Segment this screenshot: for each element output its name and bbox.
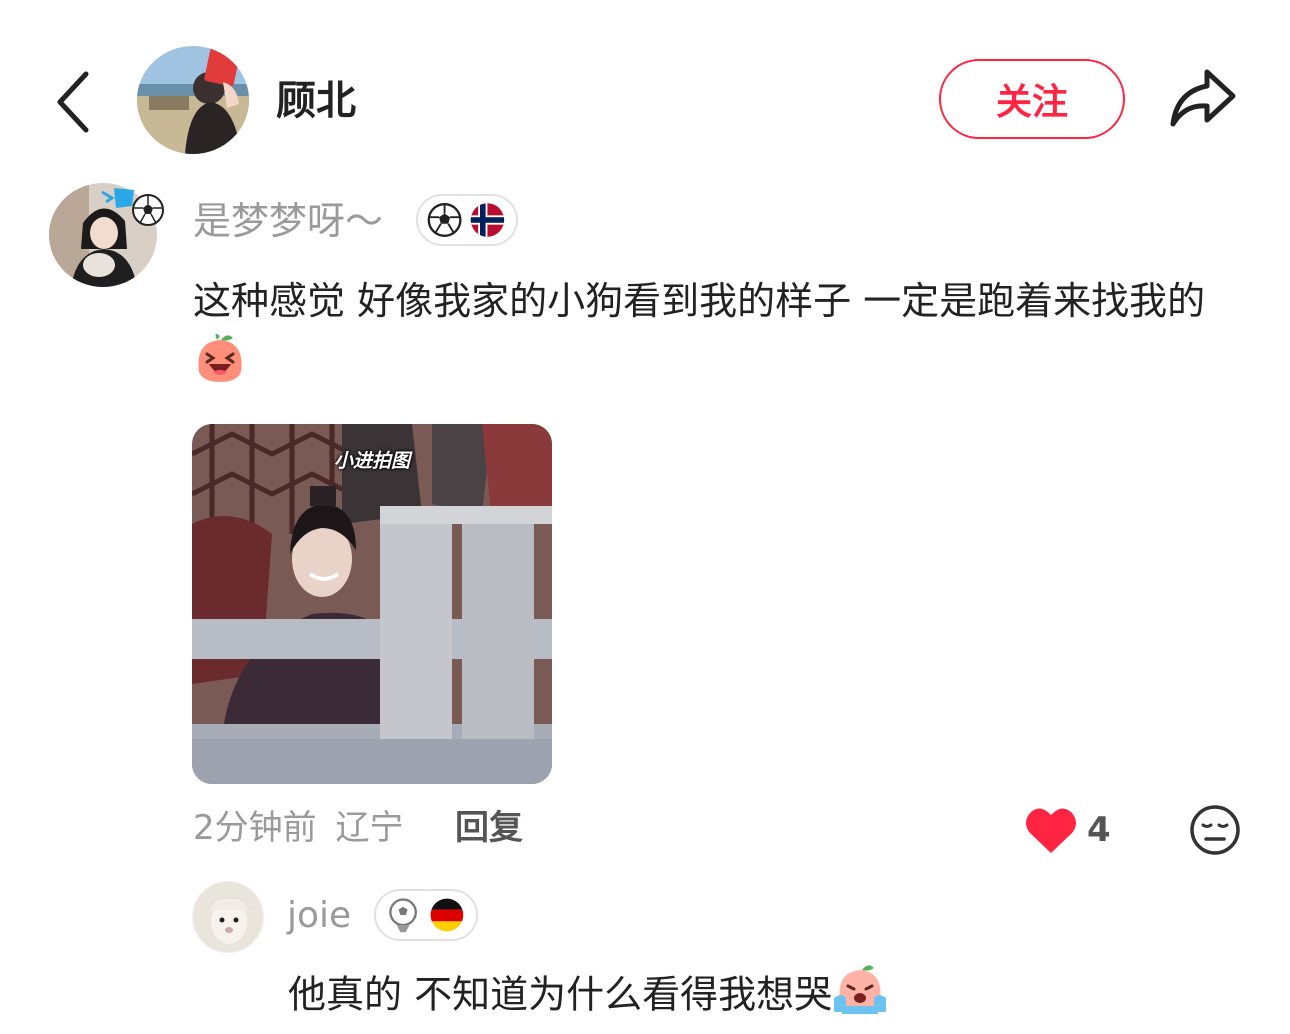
crying-face-emoji bbox=[832, 962, 888, 1032]
norway-flag-icon bbox=[470, 203, 505, 237]
share-button[interactable] bbox=[1167, 64, 1239, 132]
reply-text: 他真的 不知道为什么看得我想哭 bbox=[288, 972, 833, 1017]
comment-text: 这种感觉 好像我家的小狗看到我的样子 一定是跑着来找我的 bbox=[193, 279, 1206, 323]
comment-image[interactable]: 小进拍图 bbox=[192, 424, 552, 784]
follow-button[interactable]: 关注 bbox=[939, 59, 1125, 139]
comment-text-block: 这种感觉 好像我家的小狗看到我的样子 一定是跑着来找我的 bbox=[193, 270, 1233, 402]
author-avatar[interactable] bbox=[137, 46, 249, 154]
image-caption: 小进拍图 bbox=[333, 450, 410, 472]
chevron-left-icon bbox=[57, 71, 89, 133]
emoji-reaction-button[interactable] bbox=[1188, 803, 1242, 857]
back-button[interactable] bbox=[52, 66, 100, 138]
share-arrow-icon bbox=[1170, 69, 1236, 127]
neutral-face-icon bbox=[1190, 805, 1240, 855]
like-button[interactable] bbox=[1024, 805, 1078, 855]
reply-text-block: 他真的 不知道为什么看得我想哭 bbox=[288, 962, 888, 1032]
author-name[interactable]: 顾北 bbox=[276, 75, 356, 127]
comment-meta: 2分钟前 辽宁 bbox=[193, 804, 403, 852]
replier-badge[interactable] bbox=[374, 889, 478, 941]
germany-flag-icon bbox=[430, 898, 464, 932]
like-count: 4 bbox=[1087, 810, 1111, 850]
soccer-ball-icon bbox=[427, 203, 462, 237]
laughing-face-emoji bbox=[193, 332, 247, 402]
soccer-ball-icon bbox=[389, 898, 417, 933]
replier-name[interactable]: joie bbox=[287, 892, 351, 940]
heart-icon bbox=[1026, 808, 1076, 853]
replier-avatar[interactable] bbox=[192, 881, 264, 953]
comment-location: 辽宁 bbox=[335, 808, 404, 848]
reply-button[interactable]: 回复 bbox=[455, 804, 523, 852]
comment-time: 2分钟前 bbox=[193, 808, 317, 848]
user-badge[interactable] bbox=[416, 194, 518, 246]
avatar-pendant-icon bbox=[96, 180, 166, 230]
commenter-name[interactable]: 是梦梦呀～ bbox=[193, 196, 383, 246]
